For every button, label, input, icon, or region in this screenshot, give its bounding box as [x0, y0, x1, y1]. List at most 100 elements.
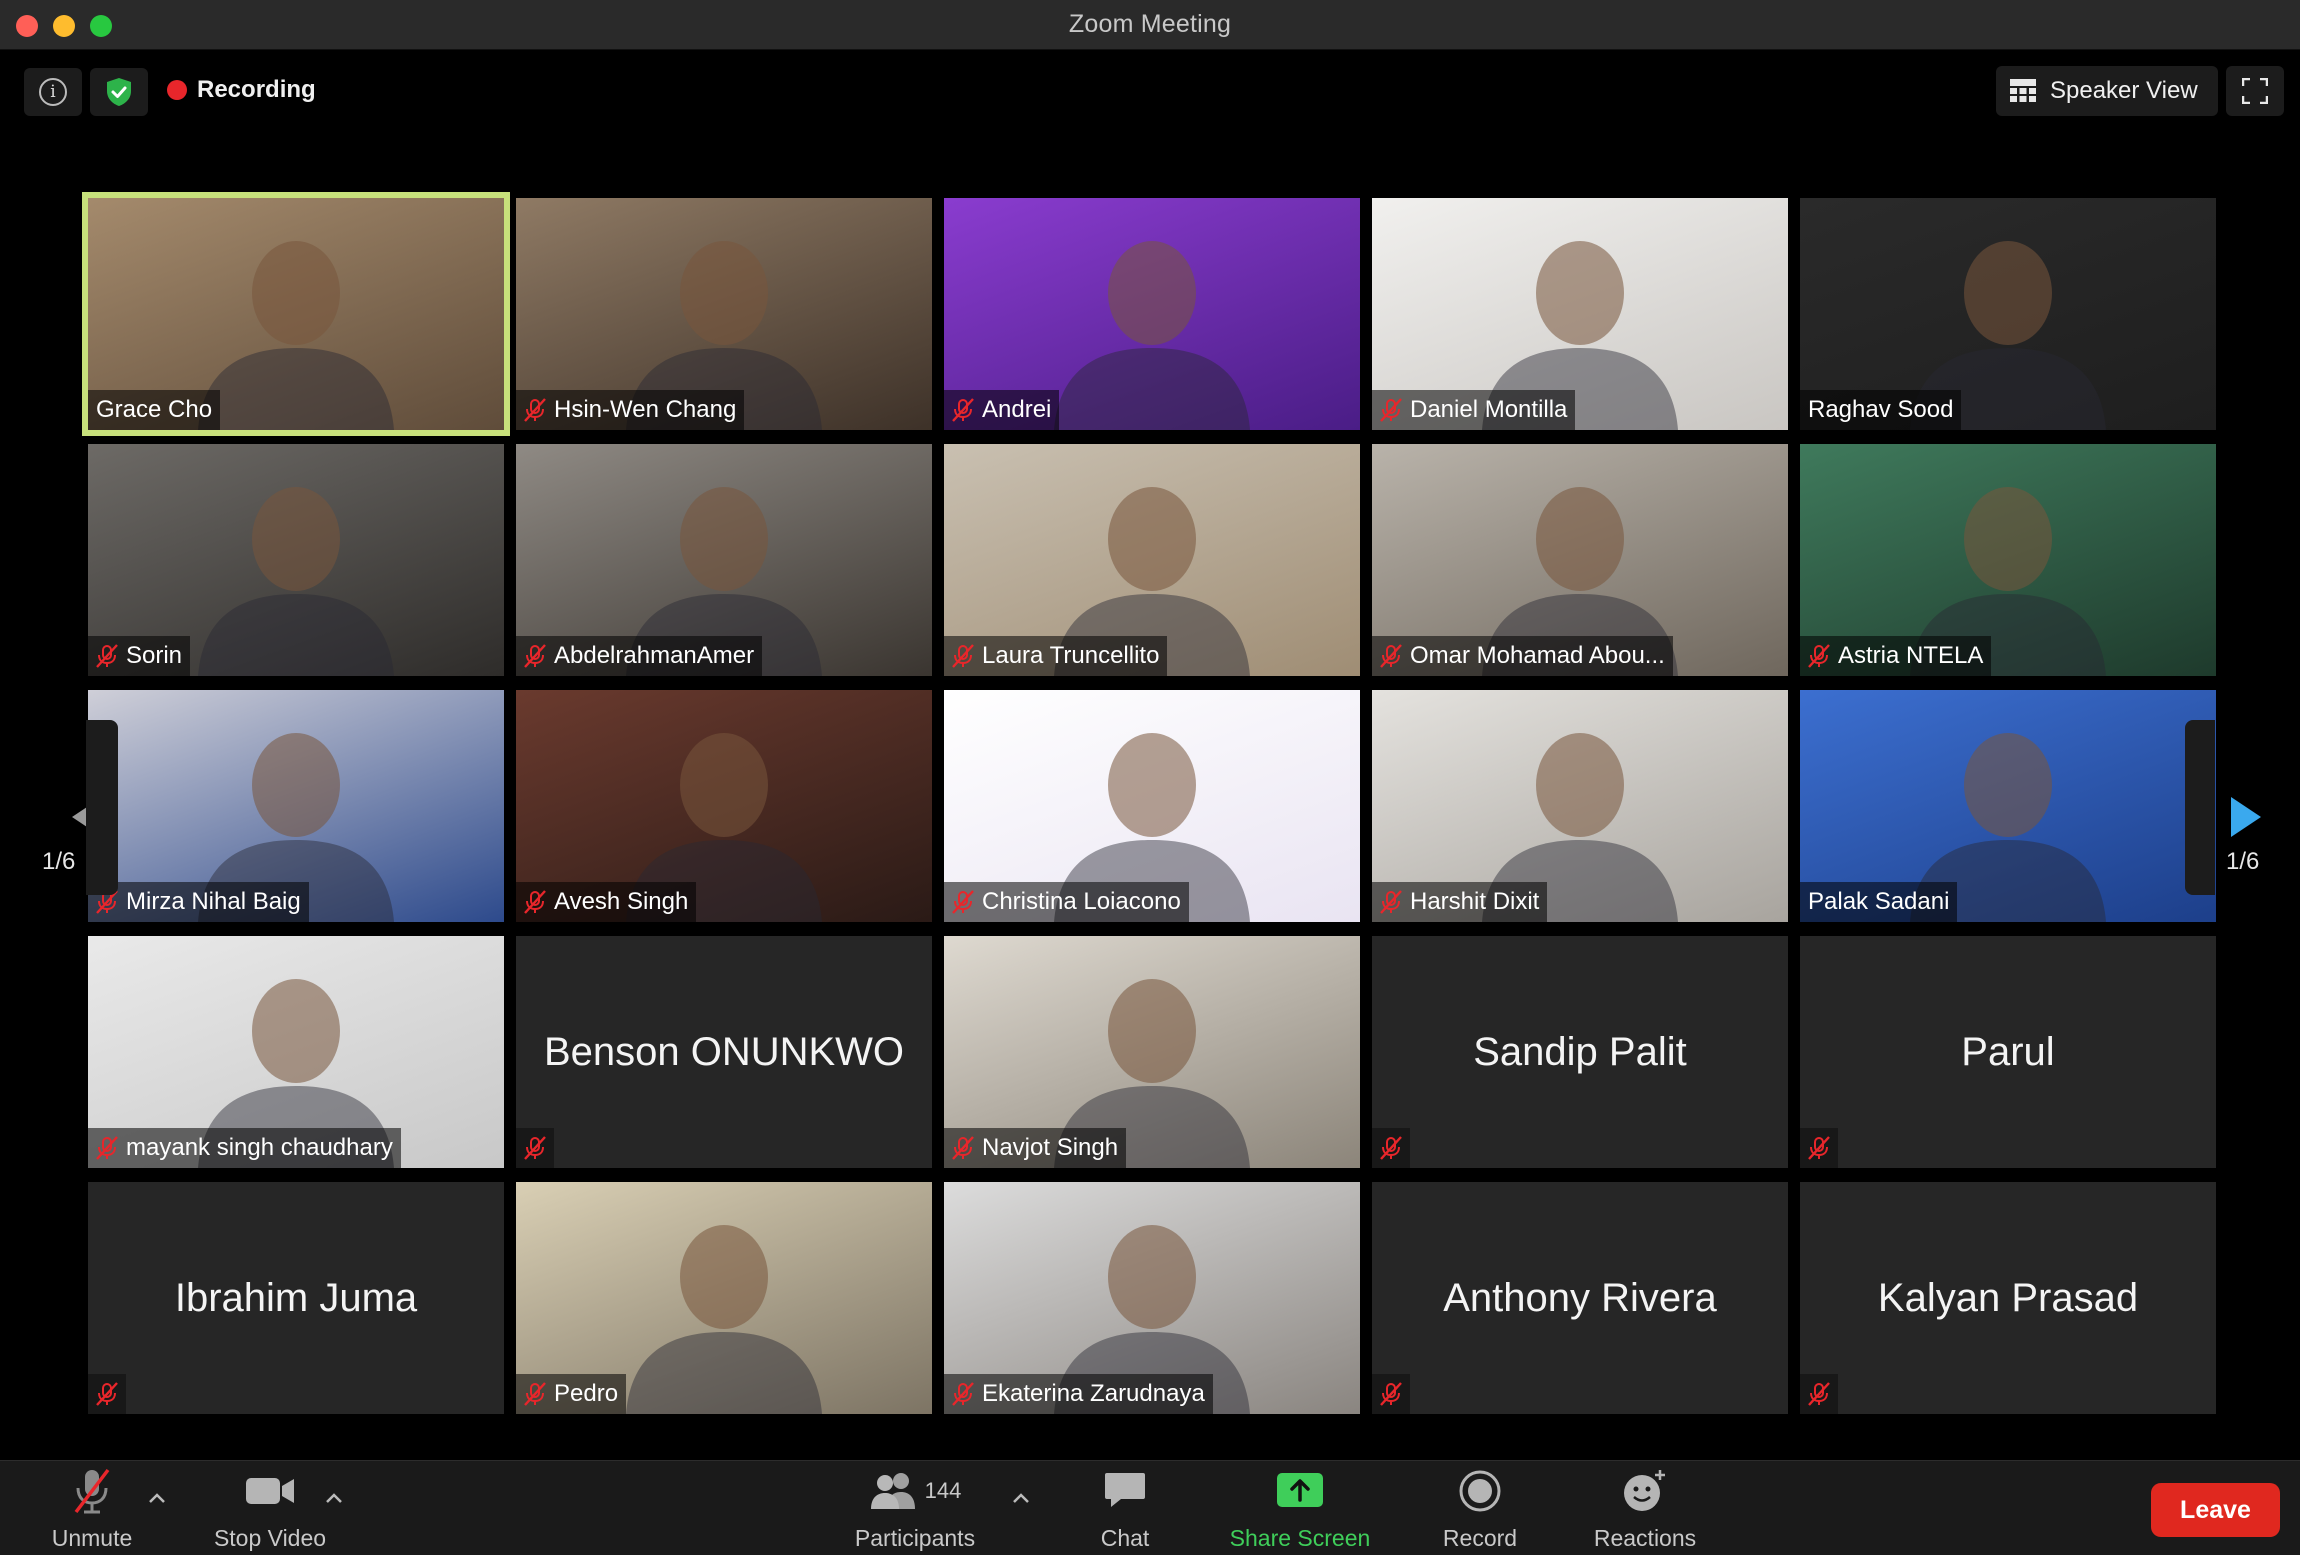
participant-tile[interactable]: Omar Mohamad Abou...: [1372, 444, 1788, 676]
video-options-caret-icon[interactable]: [321, 1489, 347, 1509]
participant-tile[interactable]: Ibrahim Juma: [88, 1182, 504, 1414]
participant-tile[interactable]: Navjot Singh: [944, 936, 1360, 1168]
participant-name-label: Hsin-Wen Chang: [516, 390, 745, 430]
share-screen-label: Share Screen: [1229, 1525, 1371, 1551]
participant-tile[interactable]: Andrei: [944, 198, 1360, 430]
fullscreen-icon: [2242, 78, 2268, 104]
participant-tile[interactable]: Harshit Dixit: [1372, 690, 1788, 922]
speaker-view-label: Speaker View: [2050, 77, 2198, 104]
reactions-button[interactable]: Reactions: [1582, 1461, 1708, 1555]
participant-tile[interactable]: Hsin-Wen Chang: [516, 198, 932, 430]
participant-name: Ibrahim Juma: [174, 1275, 418, 1320]
participant-name-label: Sorin: [88, 636, 191, 676]
participant-tile[interactable]: Anthony Rivera: [1372, 1182, 1788, 1414]
participants-options-caret-icon[interactable]: [1008, 1489, 1034, 1509]
participant-name: Raghav Sood: [1808, 396, 1954, 423]
participant-tile[interactable]: Grace Cho: [82, 192, 510, 436]
microphone-muted-icon: [524, 398, 546, 422]
participant-tile[interactable]: Sorin: [88, 444, 504, 676]
participant-name-label: Palak Sadani: [1800, 882, 1958, 922]
recording-dot-icon: [167, 80, 187, 100]
minimize-window-button[interactable]: [53, 15, 75, 37]
chat-bubble-icon: [1105, 1473, 1145, 1507]
unmute-button[interactable]: Unmute: [40, 1461, 144, 1555]
share-screen-button[interactable]: Share Screen: [1220, 1461, 1380, 1555]
record-button[interactable]: Record: [1430, 1461, 1530, 1555]
participant-name-label: Omar Mohamad Abou...: [1372, 636, 1673, 676]
participant-tile[interactable]: Laura Truncellito: [944, 444, 1360, 676]
participant-tile[interactable]: Pedro: [516, 1182, 932, 1414]
participant-name: Sorin: [126, 642, 183, 669]
reactions-smiley-icon: [1624, 1470, 1665, 1511]
participant-name: Avesh Singh: [554, 888, 689, 915]
participant-name: Ekaterina Zarudnaya: [982, 1380, 1205, 1407]
participant-name: Astria NTELA: [1838, 642, 1984, 669]
security-button[interactable]: [90, 68, 148, 116]
participant-mute-badge: [88, 1374, 126, 1414]
participant-mute-badge: [1372, 1374, 1410, 1414]
participant-name: Andrei: [982, 396, 1052, 423]
participant-name: Laura Truncellito: [982, 642, 1160, 669]
participant-name-label: Grace Cho: [88, 390, 221, 430]
reactions-label: Reactions: [1593, 1525, 1697, 1551]
participant-tile[interactable]: AbdelrahmanAmer: [516, 444, 932, 676]
participant-tile[interactable]: Sandip Palit: [1372, 936, 1788, 1168]
chat-button[interactable]: Chat: [1085, 1461, 1165, 1555]
participant-name-label: Laura Truncellito: [944, 636, 1168, 676]
participant-tile[interactable]: Raghav Sood: [1800, 198, 2216, 430]
microphone-muted-icon: [524, 890, 546, 914]
info-icon: i: [39, 78, 67, 106]
microphone-muted-icon: [96, 1382, 118, 1406]
microphone-muted-icon: [1808, 644, 1830, 668]
participants-icon: [870, 1473, 915, 1509]
speaker-view-button[interactable]: Speaker View: [1996, 66, 2218, 116]
microphone-muted-icon: [1808, 1136, 1830, 1160]
participant-tile[interactable]: Benson ONUNKWO: [516, 936, 932, 1168]
participant-tile[interactable]: mayank singh chaudhary: [88, 936, 504, 1168]
participant-name: Christina Loiacono: [982, 888, 1181, 915]
zoom-window-button[interactable]: [90, 15, 112, 37]
microphone-muted-icon: [1808, 1382, 1830, 1406]
prev-page-panel[interactable]: [86, 720, 118, 895]
microphone-muted-icon: [74, 1468, 110, 1514]
window-controls: [16, 15, 112, 37]
microphone-muted-icon: [524, 1136, 546, 1160]
participant-tile[interactable]: Kalyan Prasad: [1800, 1182, 2216, 1414]
participant-tile[interactable]: Mirza Nihal Baig: [88, 690, 504, 922]
page-indicator-right: 1/6: [2226, 848, 2260, 875]
participant-name-label: Andrei: [944, 390, 1060, 430]
fullscreen-button[interactable]: [2226, 66, 2284, 116]
stop-video-button[interactable]: Stop Video: [200, 1461, 340, 1555]
microphone-muted-icon: [1380, 1382, 1402, 1406]
unmute-label: Unmute: [51, 1525, 133, 1551]
participant-tile[interactable]: Astria NTELA: [1800, 444, 2216, 676]
meeting-info-button[interactable]: i: [24, 68, 82, 116]
participant-name: Omar Mohamad Abou...: [1410, 642, 1665, 669]
participant-name: Harshit Dixit: [1410, 888, 1540, 915]
participant-tile[interactable]: Avesh Singh: [516, 690, 932, 922]
participant-name-label: Daniel Montilla: [1372, 390, 1576, 430]
next-page-panel[interactable]: [2185, 720, 2215, 895]
gallery-grid-icon: [2010, 79, 2036, 102]
participant-tile[interactable]: Christina Loiacono: [944, 690, 1360, 922]
participant-name: Pedro: [554, 1380, 619, 1407]
participant-name: Sandip Palit: [1473, 1029, 1687, 1074]
participant-name: Parul: [1961, 1029, 2055, 1074]
participant-tile[interactable]: Daniel Montilla: [1372, 198, 1788, 430]
participant-name: Navjot Singh: [982, 1134, 1119, 1161]
participants-count: 144: [924, 1478, 962, 1503]
share-screen-icon: [1277, 1473, 1323, 1507]
participant-name: mayank singh chaudhary: [126, 1134, 393, 1161]
leave-button[interactable]: Leave: [2151, 1483, 2280, 1537]
recording-indicator[interactable]: Recording: [167, 76, 316, 104]
participants-button[interactable]: 144 Participants: [838, 1461, 992, 1555]
participant-tile[interactable]: Parul: [1800, 936, 2216, 1168]
microphone-muted-icon: [96, 1136, 118, 1160]
close-window-button[interactable]: [16, 15, 38, 37]
audio-options-caret-icon[interactable]: [144, 1489, 170, 1509]
participant-name-label: Avesh Singh: [516, 882, 697, 922]
participant-tile[interactable]: Ekaterina Zarudnaya: [944, 1182, 1360, 1414]
participant-tile[interactable]: Palak Sadani: [1800, 690, 2216, 922]
microphone-muted-icon: [952, 890, 974, 914]
microphone-muted-icon: [952, 1136, 974, 1160]
